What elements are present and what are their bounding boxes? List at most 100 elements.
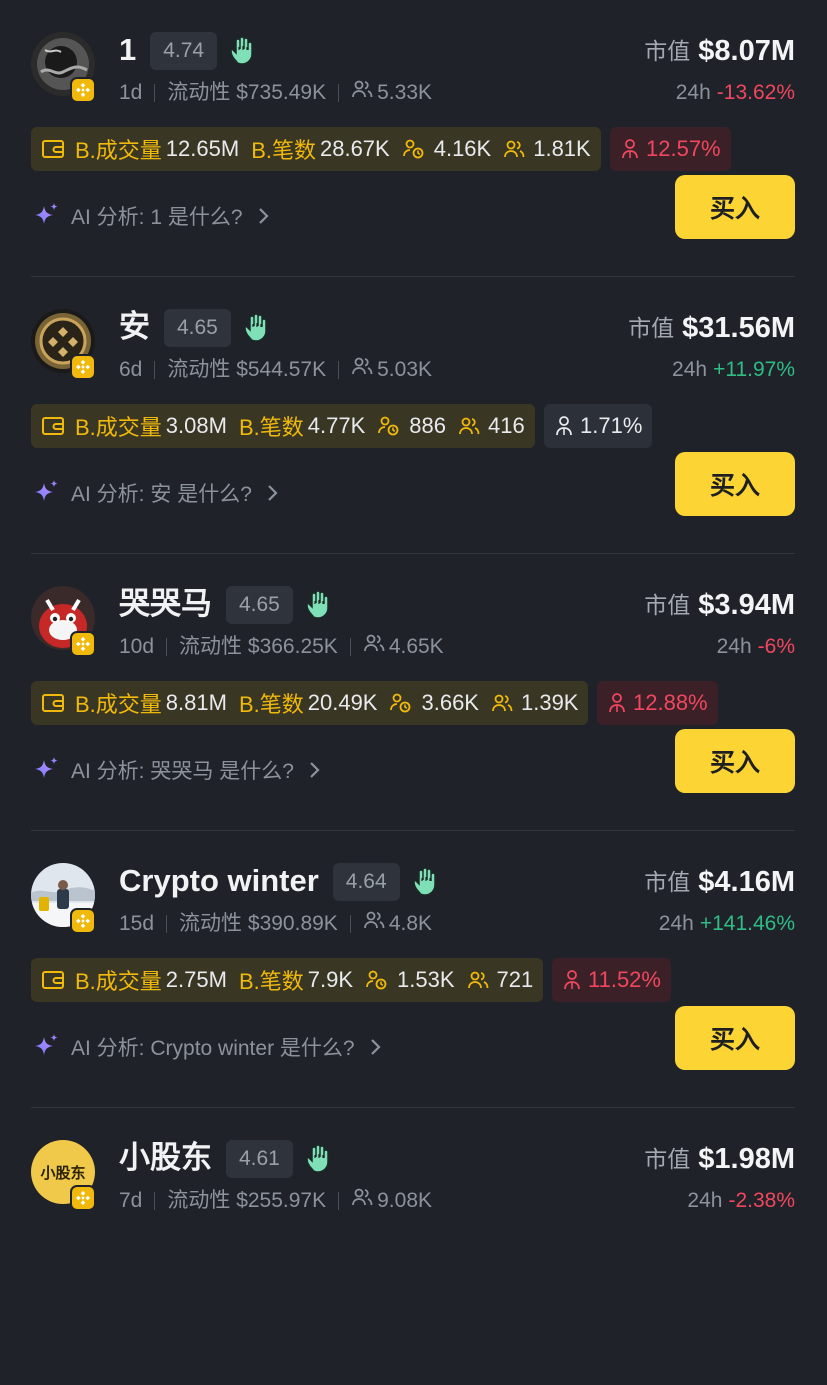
market-cap-label: 市值 bbox=[644, 869, 691, 895]
hand-icon bbox=[303, 1142, 335, 1174]
b-trades-label: B.笔数 bbox=[238, 969, 304, 994]
smart-money-icon bbox=[402, 138, 426, 160]
holders-count: 9.08K bbox=[377, 1189, 433, 1212]
liquidity-label: 流动性 bbox=[167, 358, 231, 381]
change-period: 24h bbox=[716, 635, 752, 658]
liquidity-value: $735.49K bbox=[236, 81, 327, 104]
buy-button[interactable]: 买入 bbox=[675, 175, 795, 239]
divider bbox=[338, 1192, 340, 1210]
change-period: 24h bbox=[658, 912, 694, 935]
ai-question: 哭哭马 是什么? bbox=[150, 760, 294, 783]
wallet-icon bbox=[41, 138, 65, 160]
token-age: 6d bbox=[119, 358, 143, 381]
token-card[interactable]: 小股东 小股东 4.61 市值 $1.98M 7d 流动性 $255.97K 9.… bbox=[0, 1108, 827, 1385]
divider bbox=[154, 1192, 156, 1210]
ai-analysis-link[interactable]: AI 分析: 安 是什么? bbox=[31, 478, 278, 508]
market-cap: 市值 $1.98M bbox=[644, 1140, 795, 1178]
bnb-chain-icon bbox=[70, 631, 96, 657]
stat-b-value: 416 bbox=[487, 413, 525, 438]
score-badge: 4.61 bbox=[225, 1140, 293, 1178]
market-cap-value: $4.16M bbox=[698, 866, 795, 898]
divider bbox=[154, 361, 156, 379]
ai-question: 1 是什么? bbox=[150, 206, 243, 229]
sparkle-icon bbox=[31, 755, 61, 785]
market-cap: 市值 $31.56M bbox=[628, 309, 795, 347]
top-holder-percent: 12.57% bbox=[610, 127, 731, 171]
token-subinfo: 6d 流动性 $544.57K 5.03K bbox=[119, 355, 432, 385]
traders-icon bbox=[458, 416, 480, 436]
change-period: 24h bbox=[687, 1189, 723, 1212]
price-change: 24h -13.62% bbox=[676, 78, 795, 108]
b-volume-value: 2.75M bbox=[165, 967, 227, 992]
stat-a-value: 886 bbox=[409, 413, 446, 438]
holder-icon bbox=[554, 415, 574, 437]
score-badge: 4.65 bbox=[163, 309, 231, 347]
market-cap: 市值 $3.94M bbox=[644, 586, 795, 624]
change-value: +11.97% bbox=[713, 358, 795, 381]
buy-button[interactable]: 买入 bbox=[675, 1006, 795, 1070]
traders-icon bbox=[503, 139, 525, 159]
hand-icon bbox=[303, 588, 335, 620]
holders-icon bbox=[363, 632, 385, 662]
liquidity-label: 流动性 bbox=[167, 81, 231, 104]
token-name[interactable]: 1 bbox=[119, 30, 136, 70]
chevron-right-icon bbox=[308, 760, 320, 780]
holders-icon bbox=[351, 1186, 373, 1216]
traders-icon bbox=[491, 693, 513, 713]
chevron-right-icon bbox=[257, 206, 269, 226]
token-card[interactable]: 安 4.65 市值 $31.56M 6d 流动性 $544.57K 5.03K 2… bbox=[0, 277, 827, 554]
b-trades-label: B.笔数 bbox=[238, 415, 304, 440]
trading-stats-bar: B.成交量 12.65M B.笔数 28.67K 4.16K 1.81K bbox=[31, 127, 601, 171]
token-age: 1d bbox=[119, 81, 143, 104]
token-name[interactable]: Crypto winter bbox=[119, 861, 319, 901]
change-period: 24h bbox=[675, 81, 711, 104]
stat-b-value: 1.81K bbox=[533, 136, 591, 161]
traders-icon bbox=[467, 970, 489, 990]
divider bbox=[166, 638, 168, 656]
ai-analysis-link[interactable]: AI 分析: Crypto winter 是什么? bbox=[31, 1032, 381, 1062]
smart-money-icon bbox=[377, 415, 401, 437]
divider bbox=[154, 84, 156, 102]
buy-button[interactable]: 买入 bbox=[675, 452, 795, 516]
ai-question: 安 是什么? bbox=[150, 483, 252, 506]
liquidity-value: $255.97K bbox=[236, 1189, 327, 1212]
hand-icon bbox=[227, 34, 259, 66]
divider bbox=[166, 915, 168, 933]
trading-stats-bar: B.成交量 2.75M B.笔数 7.9K 1.53K 721 bbox=[31, 958, 544, 1002]
b-volume-value: 12.65M bbox=[165, 136, 240, 161]
stat-a-value: 4.16K bbox=[433, 136, 492, 161]
score-badge: 4.64 bbox=[332, 863, 400, 901]
token-card[interactable]: 1 4.74 市值 $8.07M 1d 流动性 $735.49K 5.33K 24… bbox=[0, 0, 827, 277]
token-name[interactable]: 哭哭马 bbox=[119, 584, 212, 624]
stat-a-value: 3.66K bbox=[421, 690, 479, 715]
token-card[interactable]: 哭哭马 4.65 市值 $3.94M 10d 流动性 $366.25K 4.65K… bbox=[0, 554, 827, 831]
holders-icon bbox=[363, 909, 385, 939]
top-holder-percent-value: 1.71% bbox=[580, 413, 643, 438]
hand-icon bbox=[241, 311, 273, 343]
b-volume-label: B.成交量 bbox=[75, 969, 162, 994]
b-trades-value: 7.9K bbox=[307, 967, 354, 992]
b-trades-label: B.笔数 bbox=[238, 692, 304, 717]
token-list[interactable]: 1 4.74 市值 $8.07M 1d 流动性 $735.49K 5.33K 24… bbox=[0, 0, 827, 1229]
token-name[interactable]: 小股东 bbox=[119, 1138, 212, 1178]
b-trades-label: B.笔数 bbox=[251, 138, 316, 163]
ai-analysis-link[interactable]: AI 分析: 1 是什么? bbox=[31, 201, 269, 231]
token-card[interactable]: Crypto winter 4.64 市值 $4.16M 15d 流动性 $390… bbox=[0, 831, 827, 1108]
ai-prefix: AI 分析: bbox=[71, 760, 145, 783]
top-holder-percent-value: 12.57% bbox=[646, 136, 721, 161]
top-holder-percent: 1.71% bbox=[544, 404, 653, 448]
sparkle-icon bbox=[31, 1032, 61, 1062]
change-value: -2.38% bbox=[728, 1189, 795, 1212]
smart-money-icon bbox=[365, 969, 389, 991]
market-cap: 市值 $4.16M bbox=[644, 863, 795, 901]
price-change: 24h +11.97% bbox=[672, 355, 795, 385]
wallet-icon bbox=[41, 692, 65, 714]
bnb-chain-icon bbox=[70, 1185, 96, 1211]
trading-stats-bar: B.成交量 3.08M B.笔数 4.77K 886 416 bbox=[31, 404, 535, 448]
buy-button[interactable]: 买入 bbox=[675, 729, 795, 793]
liquidity-label: 流动性 bbox=[179, 635, 243, 658]
holders-icon bbox=[351, 355, 373, 385]
ai-analysis-link[interactable]: AI 分析: 哭哭马 是什么? bbox=[31, 755, 320, 785]
market-cap-value: $3.94M bbox=[698, 589, 795, 621]
token-name[interactable]: 安 bbox=[119, 307, 150, 347]
